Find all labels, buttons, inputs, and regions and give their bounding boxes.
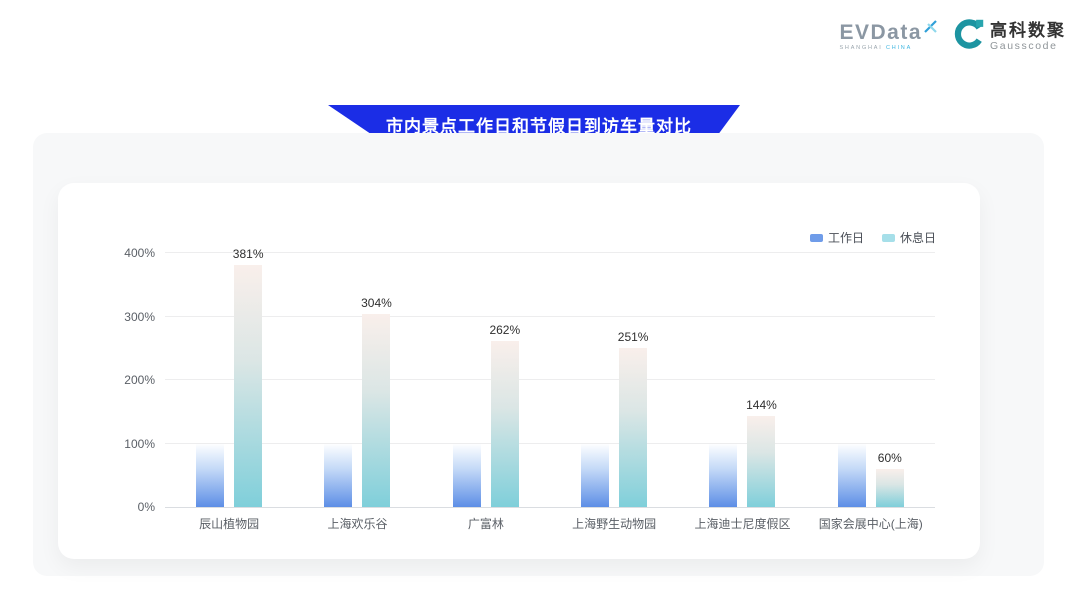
gausscode-logo-en: Gausscode [990,40,1066,52]
bar-group: 381% [165,247,293,507]
bar-wrap-restday: 144% [747,416,775,507]
value-label: 262% [489,323,520,337]
bar-wrap-restday: 381% [234,265,262,507]
bar-wrap-workday [581,444,609,508]
bar-group: 251% [550,247,678,507]
bar-workday [709,444,737,508]
bar-wrap-restday: 304% [362,314,390,507]
plot-area: 381% 304% 262% 251% 144% 60% [165,247,935,508]
bar-wrap-workday [453,444,481,508]
y-tick-label: 0% [138,500,155,514]
legend-swatch-restday [882,234,895,242]
bar-workday [196,444,224,508]
evdata-sub-right: CHINA [886,45,912,51]
value-label: 251% [618,330,649,344]
x-mark-icon [924,20,937,38]
evdata-logo-text: EVData [839,22,922,44]
gausscode-logo-cn: 高科数聚 [990,22,1066,40]
value-label: 60% [878,451,902,465]
bar-wrap-workday [709,444,737,508]
legend-swatch-workday [810,234,823,242]
category-label: 广富林 [422,515,550,532]
bar-restday [747,416,775,507]
bar-group: 304% [293,247,421,507]
legend-label: 休息日 [900,229,936,246]
value-label: 144% [746,398,777,412]
bar-workday [838,444,866,508]
category-label: 国家会展中心(上海) [807,515,935,532]
bar-wrap-workday [196,444,224,508]
value-label: 381% [233,247,264,261]
bar-group: 60% [807,247,935,507]
bar-groups: 381% 304% 262% 251% 144% 60% [165,247,935,507]
legend-item-restday[interactable]: 休息日 [882,229,936,246]
bar-group: 262% [422,247,550,507]
bar-workday [324,444,352,508]
legend: 工作日 休息日 [810,229,936,246]
bar-restday [362,314,390,507]
bar-wrap-restday: 60% [876,469,904,507]
y-tick-label: 100% [124,437,155,451]
g-arc-icon [953,18,985,55]
bar-workday [581,444,609,508]
bar-wrap-workday [324,444,352,508]
legend-label: 工作日 [828,229,864,246]
y-tick-label: 300% [124,310,155,324]
bar-group: 144% [678,247,806,507]
bar-restday [234,265,262,507]
y-axis-labels: 0%100%200%300%400% [95,247,155,507]
bar-restday [619,348,647,507]
y-tick-label: 400% [124,246,155,260]
header-logos: EVData SHANGHAI CHINA 高科数聚 Gausscode [839,18,1066,55]
category-label: 辰山植物园 [165,515,293,532]
bar-wrap-restday: 251% [619,348,647,507]
chart-card: 工作日 休息日 0% 100% 200% 300% 400% 381% 304% 262% 25… [58,183,980,559]
y-tick-label: 200% [124,373,155,387]
evdata-logo: EVData SHANGHAI CHINA [839,22,937,51]
evdata-sub-left: SHANGHAI [839,45,882,51]
bar-wrap-restday: 262% [491,341,519,507]
bar-restday [876,469,904,507]
category-label: 上海野生动物园 [550,515,678,532]
legend-item-workday[interactable]: 工作日 [810,229,864,246]
bar-wrap-workday [838,444,866,508]
value-label: 304% [361,296,392,310]
bar-restday [491,341,519,507]
bar-workday [453,444,481,508]
category-label: 上海欢乐谷 [293,515,421,532]
gausscode-logo: 高科数聚 Gausscode [953,18,1066,55]
evdata-logo-subtext: SHANGHAI CHINA [839,45,912,51]
category-label: 上海迪士尼度假区 [678,515,806,532]
category-labels: 辰山植物园上海欢乐谷广富林上海野生动物园上海迪士尼度假区国家会展中心(上海) [165,515,935,532]
